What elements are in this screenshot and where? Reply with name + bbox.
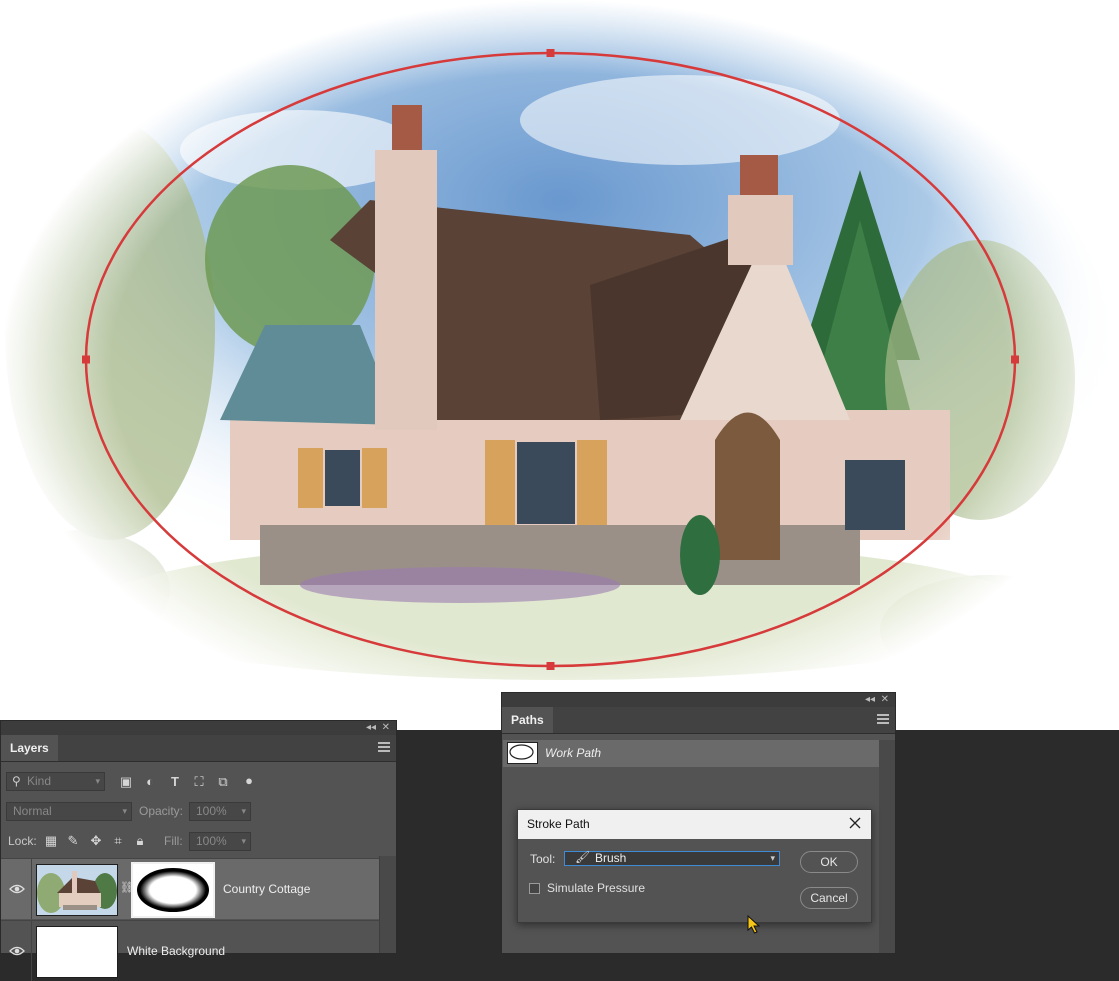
opacity-value: 100% [196, 804, 227, 818]
brush-icon: 🖌︎ [575, 850, 591, 864]
simulate-pressure-checkbox[interactable] [529, 883, 540, 894]
paths-scrollbar[interactable] [879, 740, 895, 953]
tool-label: Tool: [530, 852, 556, 866]
filter-toggle-icon[interactable]: ● [241, 773, 257, 789]
anchor-point-right[interactable] [1011, 355, 1019, 364]
collapse-panel-icon[interactable]: ◂◂ [366, 722, 376, 733]
lock-transparent-icon[interactable]: ▦ [43, 833, 59, 849]
lock-artboard-icon[interactable]: ⌗ [110, 833, 126, 849]
tab-paths[interactable]: Paths [502, 707, 553, 733]
fill-field[interactable]: 100% ▾ [189, 832, 251, 851]
dialog-titlebar[interactable]: Stroke Path [518, 810, 871, 839]
filter-kind-value: Kind [27, 774, 52, 788]
adjustment-filter-icon[interactable]: ◐ [142, 774, 158, 790]
lock-label: Lock: [8, 834, 37, 848]
close-panel-icon[interactable]: ✕ [382, 722, 390, 733]
paths-panel-topbar: ◂◂ ✕ [502, 693, 895, 707]
layer-row-white-background[interactable]: White Background [1, 920, 381, 981]
layers-tab-bar: Layers [1, 735, 396, 762]
close-icon[interactable] [847, 815, 863, 831]
image-filter-icon[interactable]: ▣ [118, 774, 134, 790]
tab-layers[interactable]: Layers [1, 735, 58, 761]
dialog-title: Stroke Path [527, 817, 590, 831]
cottage-illustration [0, 0, 1119, 730]
simulate-pressure-label[interactable]: Simulate Pressure [547, 881, 645, 895]
chevron-down-icon: ▾ [241, 836, 246, 846]
blend-mode-value: Normal [13, 804, 52, 818]
blend-mode-select[interactable]: Normal ▾ [6, 802, 132, 821]
panel-menu-icon[interactable] [378, 742, 390, 752]
tool-select[interactable]: 🖌︎ Brush ▾ [564, 851, 780, 866]
chevron-down-icon: ▾ [122, 806, 127, 816]
tool-select-value: Brush [595, 851, 627, 865]
search-icon: ⚲ [12, 774, 21, 788]
document-canvas[interactable] [0, 0, 1119, 730]
anchor-point-top[interactable] [546, 49, 555, 57]
close-panel-icon[interactable]: ✕ [881, 694, 889, 705]
fill-label: Fill: [164, 834, 183, 848]
path-thumbnail [507, 742, 538, 764]
chevron-down-icon: ▾ [770, 853, 775, 863]
paths-tab-bar: Paths [502, 707, 895, 734]
opacity-field[interactable]: 100% ▾ [189, 802, 251, 821]
collapse-panel-icon[interactable]: ◂◂ [865, 694, 875, 705]
visibility-eye-icon[interactable] [9, 883, 25, 895]
ok-button[interactable]: OK [800, 851, 858, 873]
lock-all-icon[interactable]: 🔒︎ [132, 833, 148, 849]
type-filter-icon[interactable]: T [167, 774, 183, 790]
shape-filter-icon[interactable]: ⛶ [191, 774, 207, 790]
layer-mask-thumbnail[interactable] [131, 862, 215, 918]
filter-kind-select[interactable]: ⚲ Kind ▾ [6, 772, 105, 791]
path-name[interactable]: Work Path [545, 746, 601, 760]
opacity-label: Opacity: [139, 804, 184, 818]
layers-panel: ◂◂ ✕ Layers ⚲ Kind ▾ ▣ ◐ T ⛶ ⧉ ● Normal … [0, 720, 397, 981]
smart-object-filter-icon[interactable]: ⧉ [215, 774, 231, 790]
mouse-cursor-icon [747, 915, 761, 934]
layer-name[interactable]: White Background [127, 944, 225, 958]
fill-value: 100% [196, 834, 227, 848]
anchor-point-bottom[interactable] [546, 662, 555, 670]
cancel-button[interactable]: Cancel [800, 887, 858, 909]
lock-position-icon[interactable]: ✥ [88, 833, 104, 849]
layer-name[interactable]: Country Cottage [223, 882, 310, 896]
visibility-eye-icon[interactable] [9, 945, 25, 957]
anchor-point-left[interactable] [82, 355, 90, 364]
layer-thumbnail-white [36, 926, 118, 978]
lock-paint-icon[interactable]: ✎ [65, 833, 81, 849]
layers-scrollbar[interactable] [379, 856, 396, 953]
layer-row-country-cottage[interactable]: ⛓ Country Cottage [1, 858, 381, 919]
layer-thumbnail-cottage [36, 864, 118, 916]
chevron-down-icon: ▾ [95, 776, 100, 786]
chevron-down-icon: ▾ [241, 806, 246, 816]
layers-panel-topbar: ◂◂ ✕ [1, 721, 396, 735]
stroke-path-dialog: Stroke Path Tool: 🖌︎ Brush ▾ Simulate Pr… [517, 809, 872, 923]
panel-menu-icon[interactable] [877, 714, 889, 724]
path-row-work-path[interactable]: Work Path [503, 740, 879, 767]
